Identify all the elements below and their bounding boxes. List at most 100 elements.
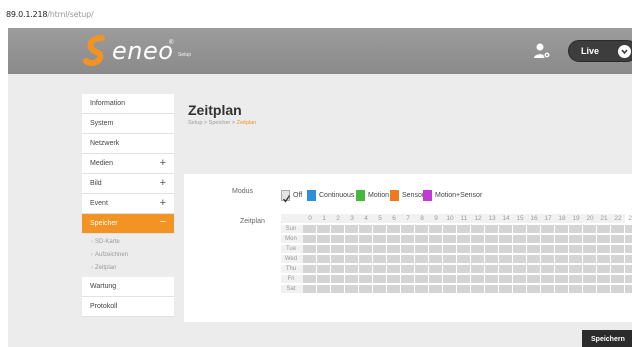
schedule-cell[interactable] — [373, 255, 386, 263]
schedule-cell[interactable] — [541, 245, 554, 253]
breadcrumb-link-speicher[interactable]: Speicher — [209, 120, 231, 126]
collapse-icon[interactable]: − — [160, 216, 166, 228]
schedule-cell[interactable] — [359, 255, 372, 263]
hour-header[interactable]: 2 — [331, 215, 345, 222]
schedule-cell[interactable] — [345, 265, 358, 273]
schedule-cell[interactable] — [331, 255, 344, 263]
schedule-cell[interactable] — [611, 285, 624, 293]
schedule-cell[interactable] — [457, 255, 470, 263]
hour-header[interactable]: 8 — [415, 215, 429, 222]
hour-header[interactable]: 18 — [555, 215, 569, 222]
hour-header[interactable]: 13 — [485, 215, 499, 222]
schedule-cell[interactable] — [359, 245, 372, 253]
schedule-cell[interactable] — [597, 235, 610, 243]
schedule-cell[interactable] — [401, 265, 414, 273]
schedule-cell[interactable] — [317, 245, 330, 253]
schedule-cell[interactable] — [583, 275, 596, 283]
schedule-cell[interactable] — [541, 265, 554, 273]
schedule-cell[interactable] — [485, 285, 498, 293]
day-header[interactable]: Wed — [281, 256, 301, 262]
schedule-cell[interactable] — [317, 235, 330, 243]
day-header[interactable]: Sun — [281, 226, 301, 232]
live-dropdown[interactable]: Live — [568, 40, 632, 62]
schedule-cell[interactable] — [485, 235, 498, 243]
schedule-cell[interactable] — [499, 275, 512, 283]
schedule-cell[interactable] — [401, 275, 414, 283]
schedule-cell[interactable] — [471, 275, 484, 283]
sidebar-item-system[interactable]: System — [82, 114, 174, 134]
schedule-cell[interactable] — [527, 235, 540, 243]
schedule-cell[interactable] — [513, 275, 526, 283]
save-button[interactable]: Speichern — [582, 330, 632, 347]
schedule-cell[interactable] — [429, 265, 442, 273]
schedule-cell[interactable] — [471, 285, 484, 293]
day-header[interactable]: Sat — [281, 286, 301, 292]
schedule-cell[interactable] — [513, 285, 526, 293]
browser-address-bar[interactable]: 89.0.1.218/html/setup/ — [0, 0, 632, 28]
schedule-cell[interactable] — [345, 275, 358, 283]
user-settings-icon[interactable] — [533, 42, 551, 60]
schedule-cell[interactable] — [541, 225, 554, 233]
schedule-cell[interactable] — [373, 225, 386, 233]
schedule-cell[interactable] — [555, 275, 568, 283]
schedule-cell[interactable] — [611, 275, 624, 283]
schedule-cell[interactable] — [401, 285, 414, 293]
schedule-cell[interactable] — [541, 235, 554, 243]
schedule-cell[interactable] — [345, 255, 358, 263]
schedule-cell[interactable] — [611, 255, 624, 263]
schedule-cell[interactable] — [443, 285, 456, 293]
url-text[interactable]: 89.0.1.218/html/setup/ — [6, 10, 94, 19]
schedule-cell[interactable] — [583, 265, 596, 273]
schedule-cell[interactable] — [373, 285, 386, 293]
schedule-cell[interactable] — [373, 245, 386, 253]
schedule-cell[interactable] — [359, 225, 372, 233]
hour-header[interactable]: 6 — [387, 215, 401, 222]
schedule-cell[interactable] — [401, 225, 414, 233]
schedule-cell[interactable] — [625, 255, 632, 263]
schedule-cell[interactable] — [485, 255, 498, 263]
schedule-cell[interactable] — [527, 245, 540, 253]
schedule-cell[interactable] — [471, 245, 484, 253]
sidebar-item-wartung[interactable]: Wartung — [82, 277, 174, 297]
schedule-cell[interactable] — [415, 225, 428, 233]
hour-header[interactable]: 7 — [401, 215, 415, 222]
schedule-cell[interactable] — [415, 265, 428, 273]
hour-header[interactable]: 5 — [373, 215, 387, 222]
schedule-cell[interactable] — [303, 245, 316, 253]
schedule-cell[interactable] — [499, 225, 512, 233]
schedule-cell[interactable] — [317, 255, 330, 263]
hour-header[interactable]: 9 — [429, 215, 443, 222]
schedule-cell[interactable] — [443, 255, 456, 263]
schedule-cell[interactable] — [443, 275, 456, 283]
schedule-cell[interactable] — [499, 255, 512, 263]
schedule-cell[interactable] — [597, 225, 610, 233]
schedule-cell[interactable] — [597, 265, 610, 273]
schedule-cell[interactable] — [345, 285, 358, 293]
schedule-cell[interactable] — [471, 235, 484, 243]
schedule-cell[interactable] — [499, 285, 512, 293]
schedule-cell[interactable] — [415, 275, 428, 283]
sidebar-item-medien[interactable]: Medien + — [82, 154, 174, 174]
schedule-cell[interactable] — [569, 285, 582, 293]
schedule-cell[interactable] — [457, 225, 470, 233]
schedule-cell[interactable] — [499, 265, 512, 273]
schedule-cell[interactable] — [331, 225, 344, 233]
schedule-cell[interactable] — [555, 225, 568, 233]
sidebar-item-event[interactable]: Event + — [82, 194, 174, 214]
schedule-cell[interactable] — [541, 275, 554, 283]
schedule-cell[interactable] — [373, 275, 386, 283]
schedule-cell[interactable] — [583, 255, 596, 263]
schedule-cell[interactable] — [457, 245, 470, 253]
schedule-cell[interactable] — [429, 225, 442, 233]
sidebar-item-information[interactable]: Information — [82, 94, 174, 114]
schedule-cell[interactable] — [317, 285, 330, 293]
schedule-cell[interactable] — [541, 285, 554, 293]
schedule-cell[interactable] — [597, 275, 610, 283]
schedule-cell[interactable] — [303, 265, 316, 273]
schedule-cell[interactable] — [583, 225, 596, 233]
schedule-cell[interactable] — [611, 245, 624, 253]
hour-header[interactable]: 16 — [527, 215, 541, 222]
schedule-cell[interactable] — [373, 265, 386, 273]
hour-header[interactable]: 4 — [359, 215, 373, 222]
schedule-cell[interactable] — [415, 285, 428, 293]
